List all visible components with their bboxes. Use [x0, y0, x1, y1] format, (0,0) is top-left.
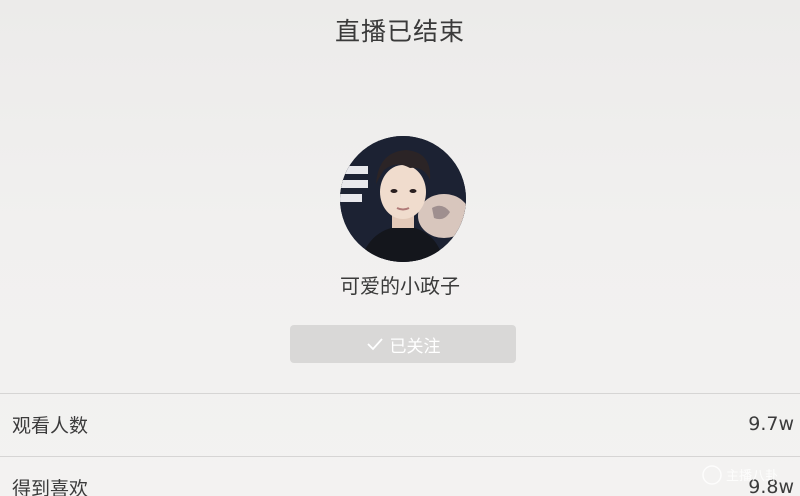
check-icon [366, 338, 383, 351]
avatar[interactable] [340, 136, 466, 262]
stat-row-viewers: 观看人数 9.7w [0, 393, 800, 456]
page-title: 直播已结束 [334, 17, 465, 46]
follow-button[interactable]: 已关注 [290, 325, 516, 363]
stat-row-likes: 得到喜欢 9.8w [0, 456, 800, 496]
stat-value: 9.7w [748, 413, 794, 435]
follow-button-label: 已关注 [389, 336, 441, 357]
svg-text:主播八卦: 主播八卦 [726, 469, 778, 484]
watermark-logo: 主播八卦 [700, 462, 796, 488]
stat-label: 得到喜欢 [12, 478, 89, 496]
stats-list: 观看人数 9.7w 得到喜欢 9.8w [0, 393, 800, 496]
streamer-name: 可爱的小政子 [340, 274, 460, 298]
stat-label: 观看人数 [12, 415, 89, 437]
avatar-photo-icon [340, 136, 466, 262]
